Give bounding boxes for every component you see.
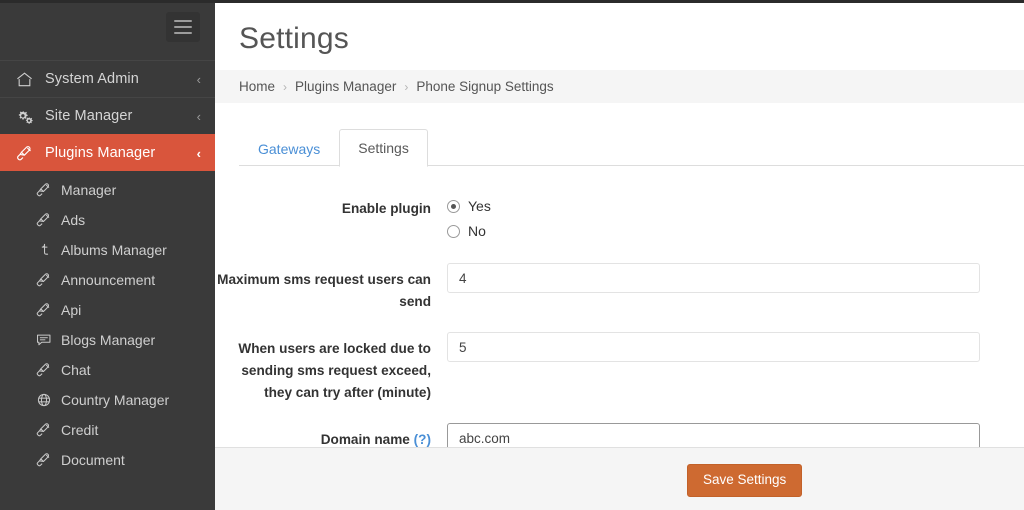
tab-settings[interactable]: Settings — [339, 129, 428, 167]
save-settings-button[interactable]: Save Settings — [687, 464, 803, 497]
settings-form: Enable plugin Yes No Maximum sms request… — [215, 166, 1024, 453]
lock-minutes-input[interactable] — [447, 332, 980, 362]
app-root: System Admin ‹ Site Manager ‹ Plugins Ma… — [0, 0, 1024, 510]
sidebar-subitem-credit[interactable]: Credit — [0, 415, 215, 445]
max-sms-input[interactable] — [447, 263, 980, 293]
sidebar-subitem-label: Document — [61, 452, 125, 468]
hamburger-bar — [174, 26, 192, 28]
radio-option-no[interactable]: No — [447, 219, 980, 243]
sidebar-submenu-plugins: Manager Ads Albums Manager Announcement … — [0, 171, 215, 475]
breadcrumb: Home › Plugins Manager › Phone Signup Se… — [215, 70, 1024, 103]
form-footer-panel: Save Settings — [215, 447, 1024, 510]
home-icon — [16, 71, 38, 87]
sidebar-item-system-admin[interactable]: System Admin ‹ — [0, 60, 215, 97]
sidebar-item-label: System Admin — [45, 71, 139, 87]
plug-icon — [36, 273, 57, 288]
plug-icon — [36, 423, 57, 438]
comment-icon — [36, 333, 57, 348]
hamburger-bar — [174, 20, 192, 22]
sidebar-subitem-chat[interactable]: Chat — [0, 355, 215, 385]
radio-no-label[interactable]: No — [468, 223, 486, 239]
sidebar-subitem-blogs-manager[interactable]: Blogs Manager — [0, 325, 215, 355]
sidebar-subitem-label: Albums Manager — [61, 242, 167, 258]
form-row-lock-minutes: When users are locked due to sending sms… — [215, 332, 1024, 404]
breadcrumb-item-plugins-manager[interactable]: Plugins Manager — [295, 79, 396, 94]
radio-yes-input[interactable] — [447, 199, 460, 213]
breadcrumb-item-home[interactable]: Home — [239, 79, 275, 94]
gears-icon — [16, 108, 38, 124]
breadcrumb-separator-icon: › — [283, 79, 288, 94]
sidebar-subitem-label: Blogs Manager — [61, 332, 156, 348]
breadcrumb-item-current: Phone Signup Settings — [416, 79, 554, 94]
sidebar-subitem-label: Manager — [61, 182, 117, 198]
sidebar-subitem-label: Announcement — [61, 272, 156, 288]
sidebar-subitem-country-manager[interactable]: Country Manager — [0, 385, 215, 415]
sidebar-subitem-albums-manager[interactable]: Albums Manager — [0, 235, 215, 265]
top-dark-strip — [0, 0, 1024, 3]
plug-icon — [36, 183, 57, 198]
label-domain-name-text: Domain name — [320, 432, 410, 447]
sidebar-subitem-document[interactable]: Document — [0, 445, 215, 475]
sidebar-subitem-label: Ads — [61, 212, 86, 228]
sidebar-subitem-label: Api — [61, 302, 82, 318]
plug-icon — [36, 303, 57, 318]
tab-gateways[interactable]: Gateways — [239, 130, 339, 167]
plug-icon — [36, 213, 57, 228]
radio-no-input[interactable] — [447, 224, 460, 238]
sidebar-item-site-manager[interactable]: Site Manager ‹ — [0, 97, 215, 134]
plug-icon — [36, 363, 57, 378]
chevron-left-icon: ‹ — [196, 108, 201, 124]
sidebar-subitem-label: Chat — [61, 362, 91, 378]
form-row-max-sms: Maximum sms request users can send — [215, 263, 1024, 313]
main-content: Settings Home › Plugins Manager › Phone … — [215, 0, 1024, 510]
help-question-icon[interactable]: (?) — [414, 432, 431, 447]
sidebar-subitem-ads[interactable]: Ads — [0, 205, 215, 235]
hamburger-bar — [174, 32, 192, 34]
sidebar-item-label: Plugins Manager — [45, 145, 156, 161]
page-title: Settings — [239, 22, 349, 55]
tumblr-icon — [36, 243, 57, 258]
radio-option-yes[interactable]: Yes — [447, 194, 980, 218]
form-row-enable-plugin: Enable plugin Yes No — [215, 192, 1024, 244]
sidebar-item-plugins-manager[interactable]: Plugins Manager ‹ — [0, 134, 215, 171]
plug-icon — [16, 145, 38, 161]
label-max-sms: Maximum sms request users can send — [217, 272, 431, 309]
sidebar-subitem-label: Country Manager — [61, 392, 170, 408]
globe-icon — [36, 393, 57, 408]
hamburger-icon[interactable] — [166, 12, 200, 42]
sidebar-subitem-manager[interactable]: Manager — [0, 175, 215, 205]
sidebar-item-label: Site Manager — [45, 108, 133, 124]
field-lock-minutes — [447, 332, 1024, 362]
chevron-left-icon: ‹ — [196, 71, 201, 87]
sidebar-subitem-announcement[interactable]: Announcement — [0, 265, 215, 295]
tab-bar: Gateways Settings — [215, 103, 1024, 167]
field-enable-plugin: Yes No — [447, 192, 1024, 244]
field-max-sms — [447, 263, 1024, 293]
sidebar-header — [0, 0, 215, 60]
sidebar-subitem-label: Credit — [61, 422, 99, 438]
chevron-left-icon: ‹ — [196, 145, 201, 161]
label-lock-minutes: When users are locked due to sending sms… — [238, 341, 431, 400]
breadcrumb-separator-icon: › — [404, 79, 409, 94]
radio-yes-label[interactable]: Yes — [468, 198, 491, 214]
sidebar: System Admin ‹ Site Manager ‹ Plugins Ma… — [0, 0, 215, 510]
label-enable-plugin: Enable plugin — [341, 201, 431, 216]
plug-icon — [36, 453, 57, 468]
sidebar-subitem-api[interactable]: Api — [0, 295, 215, 325]
sidebar-primary-nav: System Admin ‹ Site Manager ‹ Plugins Ma… — [0, 60, 215, 475]
